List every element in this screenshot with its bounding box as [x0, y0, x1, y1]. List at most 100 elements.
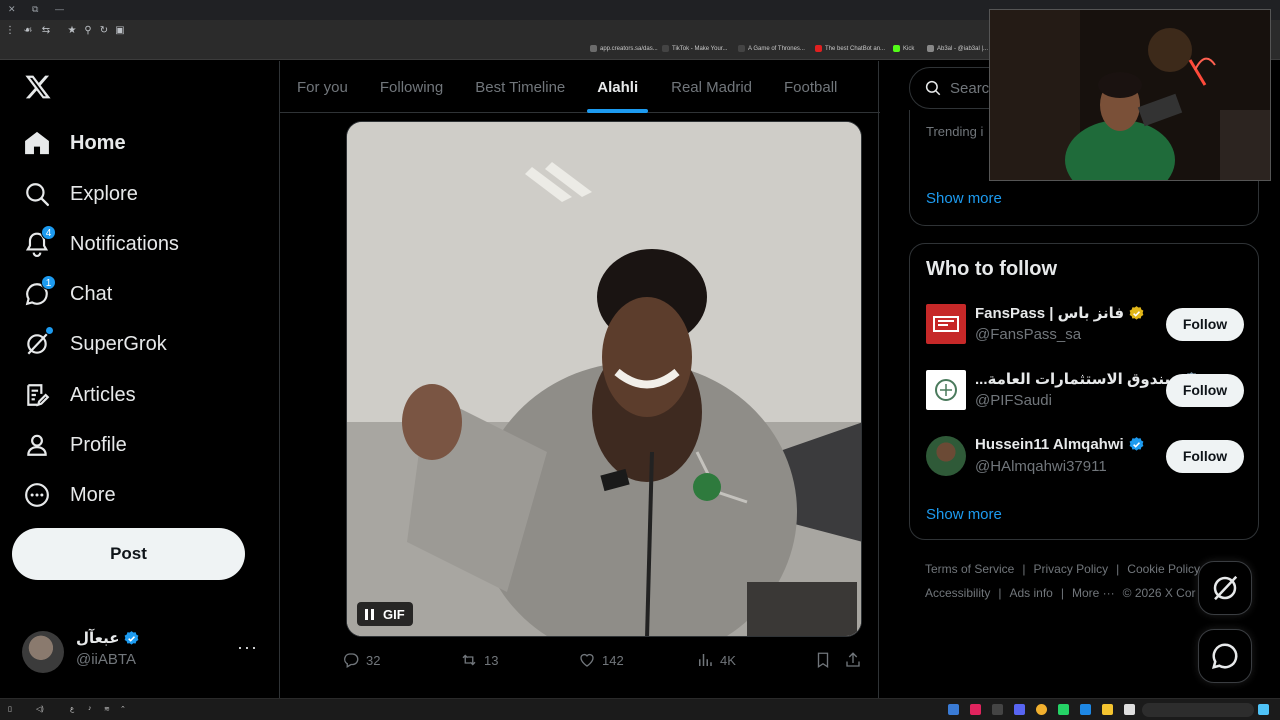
cookie-link[interactable]: Cookie Policy [1127, 562, 1200, 576]
bookmark-item[interactable]: A Game of Thrones... [738, 45, 805, 52]
maximize-window-icon[interactable]: ⧉ [32, 4, 38, 15]
footer-separator: | [998, 586, 1002, 600]
taskbar-app-icon[interactable] [970, 704, 981, 715]
extension-icon[interactable]: ⇆ [40, 25, 52, 37]
nav-profile[interactable]: Profile [22, 425, 127, 465]
tab-following[interactable]: Following [380, 61, 443, 113]
taskbar-app-icon[interactable] [1058, 704, 1069, 715]
footer-more-link[interactable]: More ··· [1072, 586, 1115, 600]
start-icon[interactable] [1258, 704, 1269, 715]
like-button[interactable]: 142 [578, 647, 624, 673]
reply-button[interactable]: 32 [342, 647, 380, 673]
bookmark-button[interactable] [814, 647, 832, 673]
repost-button[interactable]: 13 [460, 647, 498, 673]
menu-icon[interactable]: ⋮ [4, 25, 16, 37]
zoom-icon[interactable]: ⚲ [82, 25, 94, 37]
who-to-follow-title: Who to follow [926, 258, 1058, 280]
bookmark-item[interactable]: app.creators.sa/das... [590, 45, 658, 52]
bookmark-label: The best ChatBot an... [825, 45, 886, 52]
nav-supergrok[interactable]: SuperGrok [22, 324, 167, 364]
ads-info-link[interactable]: Ads info [1009, 586, 1052, 600]
nav-explore[interactable]: Explore [22, 174, 138, 214]
webcam-overlay [989, 9, 1271, 181]
copyright: © 2026 X Cor [1122, 586, 1196, 600]
nav-notifications[interactable]: 4 Notifications [22, 224, 179, 264]
taskbar-folder-icon[interactable] [1102, 704, 1113, 715]
accessibility-link[interactable]: Accessibility [925, 586, 990, 600]
taskbar-app-icon[interactable] [948, 704, 959, 715]
tab-label: Following [379, 78, 444, 96]
close-window-icon[interactable]: ✕ [8, 4, 16, 15]
reload-icon[interactable]: ↻ [98, 25, 110, 37]
bookmark-item[interactable]: The best ChatBot an... [815, 45, 885, 52]
follow-button[interactable]: Follow [1166, 374, 1244, 407]
mic-icon[interactable]: ♪ [88, 705, 92, 712]
chat-badge: 1 [41, 275, 56, 290]
bookmark-favicon [815, 45, 822, 52]
bookmark-favicon [738, 45, 745, 52]
terms-link[interactable]: Terms of Service [925, 562, 1014, 576]
bookmark-item[interactable]: Ab3al - @iab3al |... [927, 45, 988, 52]
post-media-gif[interactable]: GIF [346, 121, 862, 637]
who-to-follow-show-more-link[interactable]: Show more [926, 506, 1002, 523]
x-logo-icon[interactable] [24, 73, 52, 101]
nav-label: Profile [70, 433, 127, 456]
pause-icon[interactable] [365, 608, 375, 620]
tab-football[interactable]: Football [784, 61, 837, 113]
suggestion-name-text: Hussein11 Almqahwi [975, 436, 1124, 453]
avatar [22, 631, 64, 673]
tab-alahli[interactable]: Alahli [587, 61, 649, 113]
avatar [926, 436, 966, 476]
language-icon[interactable]: ع [70, 705, 74, 713]
repost-icon [462, 654, 476, 666]
taskbar-chrome-icon[interactable] [1036, 704, 1047, 715]
taskbar-app-icon[interactable] [1014, 704, 1025, 715]
follow-button[interactable]: Follow [1166, 308, 1244, 341]
follow-button[interactable]: Follow [1166, 440, 1244, 473]
views-button[interactable]: 4K [696, 647, 736, 673]
nav-home[interactable]: Home [22, 123, 126, 163]
nav-label: Chat [70, 282, 113, 305]
tab-best-timeline[interactable]: Best Timeline [475, 61, 565, 113]
privacy-link[interactable]: Privacy Policy [1033, 562, 1108, 576]
chat-fab[interactable] [1198, 629, 1252, 683]
share-button[interactable] [844, 647, 862, 673]
follow-suggestion[interactable]: ...صندوق الاستثمارات العامة @PIFSaudi Fo… [926, 370, 1244, 412]
gif-controls[interactable]: GIF [357, 602, 413, 626]
tray-expand-icon[interactable]: ⌃ [120, 705, 126, 713]
tab-for-you[interactable]: For you [297, 61, 348, 113]
post-button[interactable]: Post [12, 528, 245, 580]
taskbar-app-icon[interactable] [1124, 704, 1135, 715]
share-icon[interactable]: ▣ [114, 25, 126, 37]
follow-suggestion[interactable]: Hussein11 Almqahwi @HAlmqahwi37911 Follo… [926, 436, 1244, 478]
taskbar-app-icon[interactable] [992, 704, 1003, 715]
verified-badge-icon [1129, 437, 1144, 451]
bookmark-item[interactable]: TikTok - Make Your... [662, 45, 727, 52]
minimize-window-icon[interactable]: — [55, 4, 64, 14]
nav-articles[interactable]: Articles [22, 375, 136, 415]
trending-label: Trending i [926, 124, 984, 139]
chat-icon [1211, 643, 1238, 670]
extension-icon[interactable]: ☙ [22, 25, 34, 37]
tab-real-madrid[interactable]: Real Madrid [671, 61, 752, 113]
volume-icon[interactable]: ◁) [36, 705, 44, 713]
taskbar-app-icon[interactable] [1080, 704, 1091, 715]
follow-suggestion[interactable]: FansPass | فانز باس @FansPass_sa Follow [926, 304, 1244, 346]
account-switcher[interactable]: عبعآل @iiABTA ··· [22, 629, 262, 673]
trends-show-more-link[interactable]: Show more [926, 190, 1002, 207]
nav-more[interactable]: More [22, 475, 116, 515]
footer-separator: | [1116, 562, 1120, 576]
bookmark-item[interactable]: Kick [893, 45, 914, 52]
more-options-icon[interactable]: ··· [237, 637, 258, 658]
nav-chat[interactable]: 1 Chat [22, 274, 112, 314]
bookmark-star-icon[interactable]: ★ [66, 25, 78, 37]
grok-fab[interactable] [1198, 561, 1252, 615]
footer-separator: | [1060, 586, 1064, 600]
like-count: 142 [602, 652, 624, 668]
bookmark-label: app.creators.sa/das... [600, 45, 658, 52]
grok-icon [1213, 575, 1238, 601]
more-circle-icon [22, 480, 52, 510]
taskbar-search[interactable] [1142, 703, 1254, 717]
tab-label: Real Madrid [671, 78, 752, 96]
network-icon[interactable]: ≋ [104, 705, 110, 713]
